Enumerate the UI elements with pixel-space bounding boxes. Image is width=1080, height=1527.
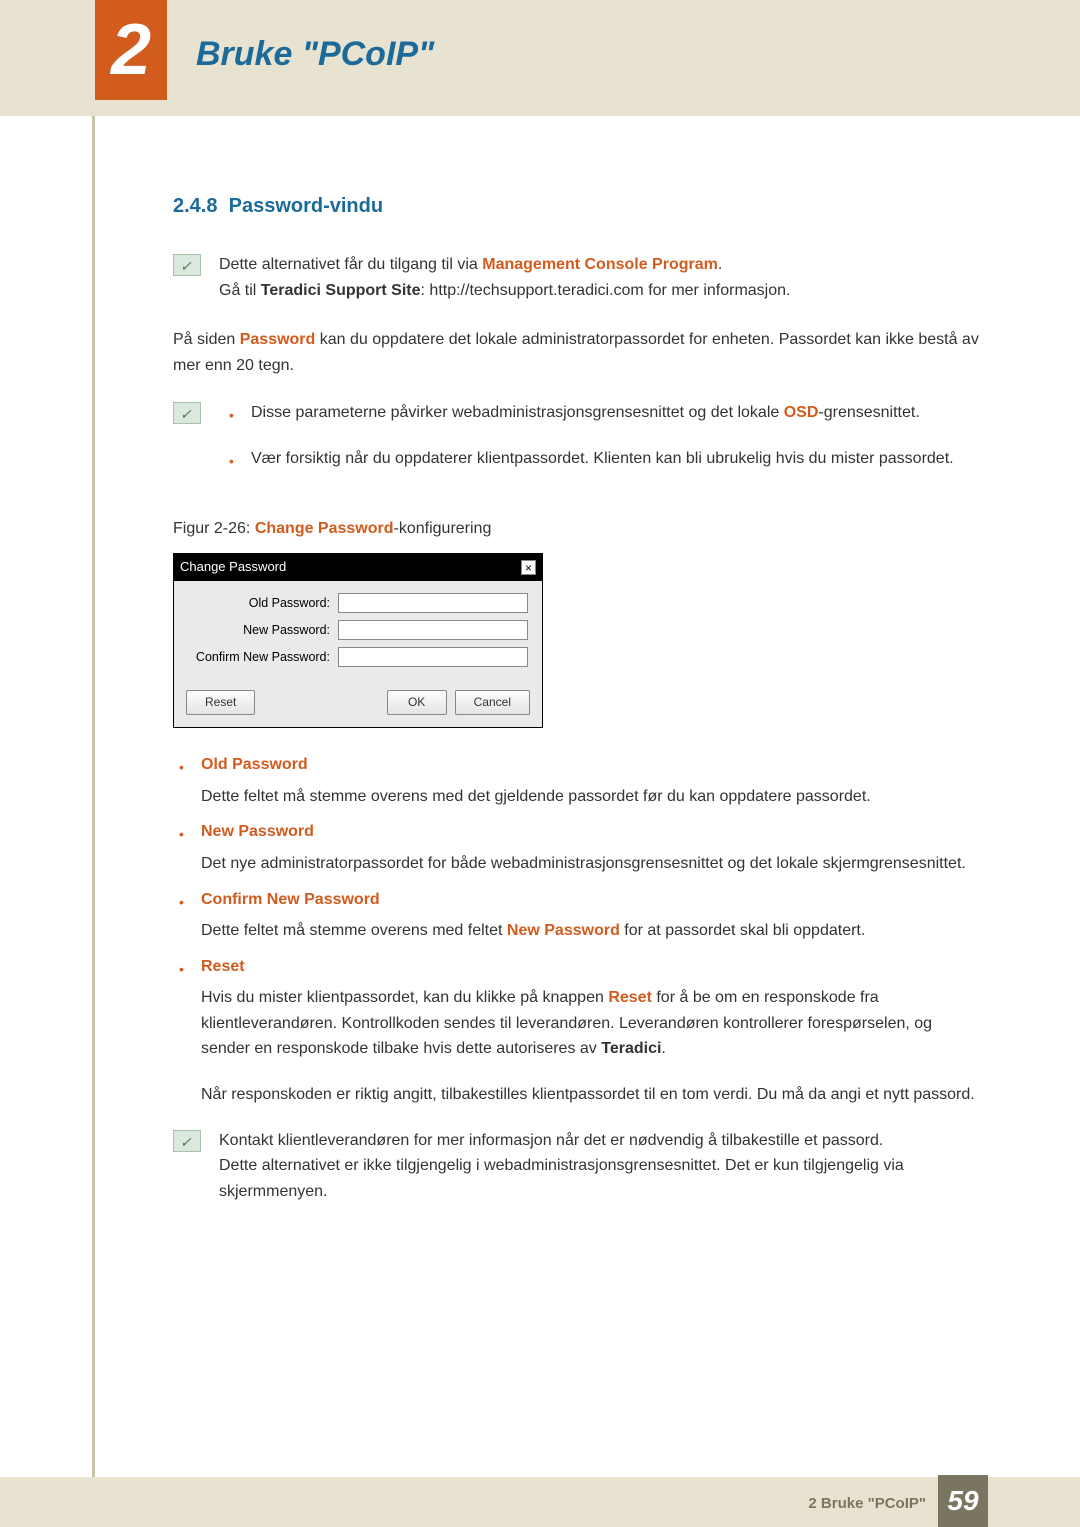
- ok-button[interactable]: OK: [387, 690, 447, 715]
- figure-caption: Figur 2-26: Change Password-konfigurerin…: [173, 516, 983, 542]
- note1-line2-pre: Gå til: [219, 282, 261, 299]
- note2-b1-post: -grensesnittet.: [818, 404, 919, 421]
- new-password-input[interactable]: [338, 620, 528, 640]
- term-new-password: New Password: [201, 819, 983, 845]
- confirm-password-row: Confirm New Password:: [188, 647, 528, 667]
- section-number: 2.4.8: [173, 195, 217, 217]
- figcap-highlight: Change Password: [255, 520, 394, 537]
- confirm-def-post: for at passordet skal bli oppdatert.: [620, 922, 865, 939]
- confirm-def-highlight: New Password: [507, 922, 620, 939]
- intro-pre: På siden: [173, 331, 240, 348]
- def-reset: Reset Hvis du mister klientpassordet, ka…: [173, 954, 983, 1108]
- old-password-input[interactable]: [338, 593, 528, 613]
- intro-paragraph: På siden Password kan du oppdatere det l…: [173, 327, 983, 378]
- confirm-def-pre: Dette feltet må stemme overens med felte…: [201, 922, 507, 939]
- term-reset: Reset: [201, 954, 983, 980]
- dialog-body: Old Password: New Password: Confirm New …: [174, 581, 542, 682]
- new-password-row: New Password:: [188, 620, 528, 640]
- note-box-3: Kontakt klientleverandøren for mer infor…: [173, 1128, 983, 1205]
- old-password-row: Old Password:: [188, 593, 528, 613]
- def-confirm-password: Confirm New Password Dette feltet må ste…: [173, 887, 983, 944]
- note-icon: [173, 1130, 201, 1152]
- new-password-label: New Password:: [188, 620, 338, 640]
- note1-line2-bold: Teradici Support Site: [261, 282, 421, 299]
- term-old-password: Old Password: [201, 752, 983, 778]
- page-content: 2.4.8 Password-vindu Dette alternativet …: [173, 190, 983, 1228]
- reset-p1-highlight: Reset: [608, 989, 652, 1006]
- reset-p1-pre: Hvis du mister klientpassordet, kan du k…: [201, 989, 608, 1006]
- note3-line2: Dette alternativet er ikke tilgjengelig …: [219, 1157, 904, 1200]
- reset-p1-post: .: [661, 1040, 665, 1057]
- def-old-password-text: Dette feltet må stemme overens med det g…: [201, 778, 983, 810]
- note2-bullet-2: Vær forsiktig når du oppdaterer klientpa…: [219, 446, 983, 472]
- section-title: Password-vindu: [229, 195, 383, 217]
- change-password-dialog: Change Password × Old Password: New Pass…: [173, 553, 543, 728]
- footer-chapter-text: 2 Bruke "PCoIP": [808, 1495, 926, 1512]
- dialog-buttons: Reset OK Cancel: [174, 682, 542, 727]
- close-icon[interactable]: ×: [521, 560, 536, 575]
- def-reset-p1: Hvis du mister klientpassordet, kan du k…: [201, 979, 983, 1062]
- reset-button[interactable]: Reset: [186, 690, 255, 715]
- note3-line1: Kontakt klientleverandøren for mer infor…: [219, 1132, 883, 1149]
- note1-line1-pre: Dette alternativet får du tilgang til vi…: [219, 256, 482, 273]
- note2-b1-pre: Disse parameterne påvirker webadministra…: [251, 404, 784, 421]
- note-box-1: Dette alternativet får du tilgang til vi…: [173, 252, 983, 303]
- section-heading: 2.4.8 Password-vindu: [173, 190, 983, 222]
- dialog-titlebar: Change Password ×: [174, 554, 542, 581]
- cancel-button[interactable]: Cancel: [455, 690, 530, 715]
- note-box-2: Disse parameterne påvirker webadministra…: [173, 400, 983, 491]
- note-1-text: Dette alternativet får du tilgang til vi…: [219, 252, 790, 303]
- confirm-password-label: Confirm New Password:: [188, 647, 338, 667]
- reset-p1-bold: Teradici: [601, 1040, 661, 1057]
- def-confirm-password-text: Dette feltet må stemme overens med felte…: [201, 912, 983, 944]
- note-icon: [173, 254, 201, 276]
- dialog-title: Change Password: [180, 557, 286, 578]
- note1-line1-highlight: Management Console Program: [482, 256, 718, 273]
- def-reset-p2: Når responskoden er riktig angitt, tilba…: [201, 1076, 983, 1108]
- note3-text: Kontakt klientleverandøren for mer infor…: [219, 1128, 983, 1205]
- page-number-badge: 59: [938, 1475, 988, 1527]
- note2-bullet-1: Disse parameterne påvirker webadministra…: [219, 400, 983, 426]
- old-password-label: Old Password:: [188, 593, 338, 613]
- figcap-pre: Figur 2-26:: [173, 520, 255, 537]
- note2-b1-highlight: OSD: [784, 404, 819, 421]
- ok-cancel-group: OK Cancel: [387, 690, 530, 715]
- definitions-list: Old Password Dette feltet må stemme over…: [173, 752, 983, 1108]
- figcap-post: -konfigurering: [394, 520, 492, 537]
- chapter-title: Bruke "PCoIP": [196, 35, 434, 74]
- note1-line2-post: : http://techsupport.teradici.com for me…: [421, 282, 791, 299]
- page-left-edge: [92, 0, 95, 1527]
- def-old-password: Old Password Dette feltet må stemme over…: [173, 752, 983, 809]
- note-icon: [173, 402, 201, 424]
- intro-highlight: Password: [240, 331, 316, 348]
- chapter-number-badge: 2: [95, 0, 167, 100]
- def-new-password-text: Det nye administratorpassordet for både …: [201, 845, 983, 877]
- note1-line1-post: .: [718, 256, 722, 273]
- confirm-password-input[interactable]: [338, 647, 528, 667]
- note2-list: Disse parameterne påvirker webadministra…: [219, 400, 983, 491]
- def-new-password: New Password Det nye administratorpassor…: [173, 819, 983, 876]
- term-confirm-password: Confirm New Password: [201, 887, 983, 913]
